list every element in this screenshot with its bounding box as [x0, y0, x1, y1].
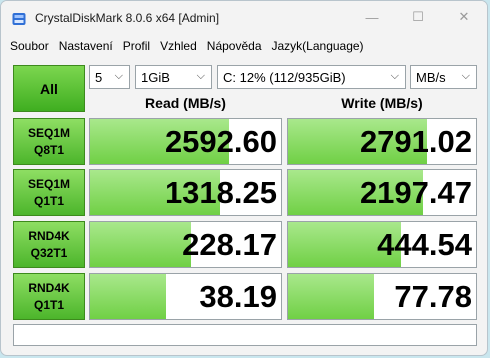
drive-value: C: 12% (112/935GiB)	[223, 69, 346, 85]
write-result-seq1m-q1t1: 2197.47	[287, 169, 477, 216]
write-value: 2791.02	[359, 123, 472, 159]
test-count-select[interactable]: 5 ⌵	[89, 65, 130, 89]
write-value: 77.78	[394, 278, 472, 314]
test-button-seq1m-q1t1[interactable]: SEQ1M Q1T1	[13, 169, 85, 216]
status-bar	[13, 324, 477, 346]
window-title: CrystalDiskMark 8.0.6 x64 [Admin]	[35, 11, 220, 25]
chevron-down-icon: ⌵	[390, 70, 399, 82]
read-result-seq1m-q8t1: 2592.60	[89, 118, 282, 165]
write-result-seq1m-q8t1: 2791.02	[287, 118, 477, 165]
test-params: Q1T1	[33, 297, 64, 312]
run-all-button[interactable]: All	[13, 65, 85, 112]
read-value: 228.17	[182, 226, 277, 262]
read-value: 38.19	[199, 278, 277, 314]
write-result-rnd4k-q32t1: 444.54	[287, 221, 477, 268]
test-size-value: 1GiB	[141, 69, 170, 85]
test-button-rnd4k-q1t1[interactable]: RND4K Q1T1	[13, 273, 85, 320]
test-name: SEQ1M	[27, 125, 70, 140]
menu-file[interactable]: Soubor	[5, 36, 54, 56]
test-button-rnd4k-q32t1[interactable]: RND4K Q32T1	[13, 221, 85, 268]
read-value: 1318.25	[164, 174, 277, 210]
test-count-value: 5	[95, 69, 103, 85]
title-bar[interactable]: CrystalDiskMark 8.0.6 x64 [Admin] — ☐ ✕	[1, 1, 487, 36]
read-bar-fill	[90, 222, 192, 267]
unit-value: MB/s	[416, 69, 446, 85]
chevron-down-icon: ⌵	[196, 70, 205, 82]
read-result-rnd4k-q1t1: 38.19	[89, 273, 282, 320]
unit-select[interactable]: MB/s ⌵	[410, 65, 477, 89]
maximize-button[interactable]: ☐	[395, 1, 441, 33]
drive-select[interactable]: C: 12% (112/935GiB) ⌵	[217, 65, 406, 89]
minimize-button[interactable]: —	[349, 1, 395, 33]
menu-profile[interactable]: Profil	[118, 36, 155, 56]
test-size-select[interactable]: 1GiB ⌵	[135, 65, 212, 89]
test-name: RND4K	[28, 228, 70, 243]
menu-language[interactable]: Jazyk(Language)	[267, 36, 369, 56]
menu-theme[interactable]: Vzhled	[155, 36, 202, 56]
read-column-header: Read (MB/s)	[145, 95, 226, 111]
write-value: 2197.47	[359, 174, 472, 210]
test-name: RND4K	[28, 280, 70, 295]
read-value: 2592.60	[164, 123, 277, 159]
close-button[interactable]: ✕	[441, 1, 487, 33]
write-bar-fill	[288, 274, 375, 319]
menu-settings[interactable]: Nastavení	[54, 36, 118, 56]
test-name: SEQ1M	[27, 176, 70, 191]
write-value: 444.54	[377, 226, 472, 262]
app-window: CrystalDiskMark 8.0.6 x64 [Admin] — ☐ ✕ …	[0, 0, 488, 356]
read-bar-fill	[90, 274, 167, 319]
write-result-rnd4k-q1t1: 77.78	[287, 273, 477, 320]
read-result-rnd4k-q32t1: 228.17	[89, 221, 282, 268]
read-result-seq1m-q1t1: 1318.25	[89, 169, 282, 216]
chevron-down-icon: ⌵	[461, 70, 470, 82]
test-params: Q32T1	[30, 245, 68, 260]
menu-bar: Soubor Nastavení Profil Vzhled Nápověda …	[1, 36, 487, 56]
test-button-seq1m-q8t1[interactable]: SEQ1M Q8T1	[13, 118, 85, 165]
chevron-down-icon: ⌵	[114, 70, 123, 82]
menu-help[interactable]: Nápověda	[202, 36, 267, 56]
test-params: Q8T1	[33, 142, 64, 157]
app-icon	[12, 13, 26, 25]
write-column-header: Write (MB/s)	[341, 95, 423, 111]
test-params: Q1T1	[33, 193, 64, 208]
